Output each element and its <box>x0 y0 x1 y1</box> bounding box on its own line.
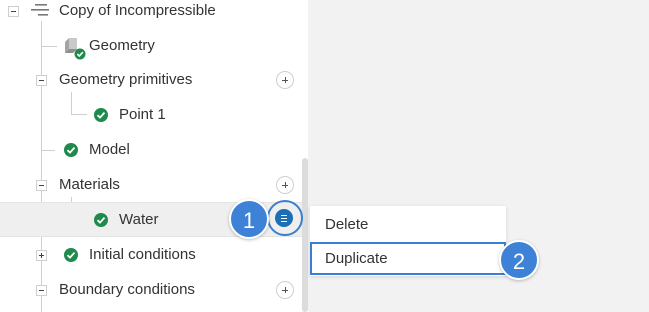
tree-item-root[interactable]: Copy of Incompressible <box>0 0 302 29</box>
menu-item-duplicate[interactable]: Duplicate <box>310 242 506 275</box>
step-badge-1: 1 <box>229 199 269 239</box>
context-menu: Delete Duplicate <box>310 206 506 276</box>
tree-item-model[interactable]: Model <box>0 133 302 168</box>
tree-item-label: Water <box>119 211 159 228</box>
check-icon <box>94 108 108 122</box>
tree-item-point-1[interactable]: Point 1 <box>0 98 302 133</box>
tree-item-initial-conditions[interactable]: Initial conditions <box>0 238 302 273</box>
geometry-icon <box>65 38 86 60</box>
highlight-ring <box>267 200 303 236</box>
collapse-toggle[interactable] <box>36 180 47 191</box>
tree-item-label: Copy of Incompressible <box>59 2 216 19</box>
step-badge-2: 2 <box>499 240 539 280</box>
collapse-toggle[interactable] <box>36 75 47 86</box>
tree-item-materials[interactable]: Materials <box>0 168 302 203</box>
simulation-tree: Copy of Incompressible Geometry Geometry… <box>0 0 308 312</box>
check-icon <box>64 248 78 262</box>
tree-item-label: Materials <box>59 176 120 193</box>
tree-item-geometry[interactable]: Geometry <box>0 28 302 63</box>
scrollbar[interactable] <box>302 158 308 312</box>
add-icon[interactable] <box>276 176 294 194</box>
check-icon <box>94 213 108 227</box>
tree-item-boundary-conditions[interactable]: Boundary conditions <box>0 273 302 308</box>
tree-item-geometry-primitives[interactable]: Geometry primitives <box>0 63 302 98</box>
menu-item-delete[interactable]: Delete <box>310 208 506 241</box>
check-icon <box>64 143 78 157</box>
tree-item-label: Model <box>89 141 130 158</box>
tree-item-label: Initial conditions <box>89 246 196 263</box>
simulation-icon <box>31 4 49 16</box>
collapse-toggle[interactable] <box>36 285 47 296</box>
tree-item-label: Boundary conditions <box>59 281 195 298</box>
add-icon[interactable] <box>276 281 294 299</box>
tree-item-label: Point 1 <box>119 106 166 123</box>
tree-item-label: Geometry primitives <box>59 71 193 88</box>
tree-item-label: Geometry <box>89 37 155 54</box>
add-icon[interactable] <box>276 71 294 89</box>
expand-toggle[interactable] <box>36 250 47 261</box>
collapse-toggle[interactable] <box>8 6 19 17</box>
